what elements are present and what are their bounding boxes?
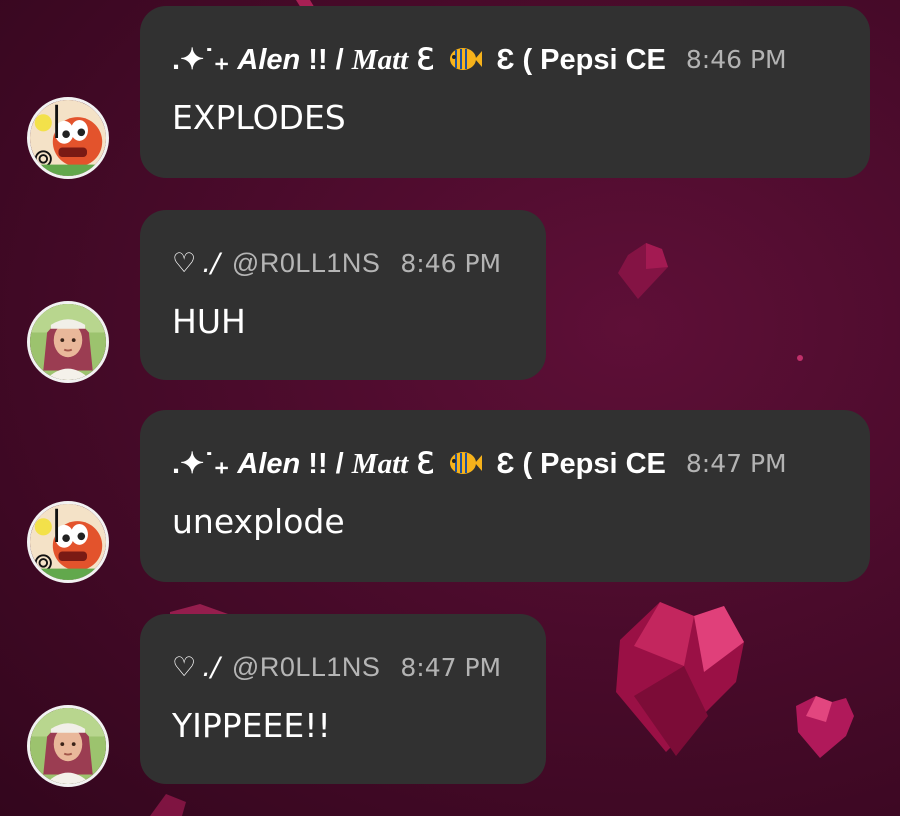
message-bubble[interactable]: ♡ ./ @R0LL1NS 8:46 PM HUH <box>140 210 546 380</box>
message-text: HUH <box>172 302 246 341</box>
message-text: YIPPEEE!! <box>172 706 331 745</box>
name-slash: ./ <box>202 247 220 279</box>
message-header: ♡ ./ @R0LL1NS 8:46 PM <box>172 242 514 284</box>
heart-outline-icon: ♡ <box>172 651 197 683</box>
avatar-alen[interactable] <box>27 501 109 583</box>
message-timestamp: 8:46 PM <box>685 44 787 74</box>
name-mid2: ℇ <box>416 43 435 76</box>
name-main: Alen <box>237 43 301 76</box>
name-slash: ./ <box>202 651 220 683</box>
message-list: .✦˙₊ Alen !! / Matt ℇ Ɛ ( Pepsi CE 8:46 … <box>0 0 900 816</box>
message-timestamp: 8:47 PM <box>400 652 502 682</box>
author-name[interactable]: .✦˙₊ Alen !! / Matt ℇ Ɛ ( Pepsi CE <box>172 446 666 481</box>
message-bubble[interactable]: .✦˙₊ Alen !! / Matt ℇ Ɛ ( Pepsi CE 8:47 … <box>140 410 870 582</box>
name-mid: !! / <box>308 447 344 480</box>
avatar-rollins[interactable] <box>27 705 109 787</box>
message-header: .✦˙₊ Alen !! / Matt ℇ Ɛ ( Pepsi CE 8:46 … <box>172 38 838 80</box>
avatar-alen[interactable] <box>27 97 109 179</box>
tropical-fish-icon <box>450 451 483 474</box>
name-tail: Ɛ ( Pepsi CE <box>496 43 666 76</box>
message-bubble[interactable]: ♡ ./ @R0LL1NS 8:47 PM YIPPEEE!! <box>140 614 546 784</box>
avatar-rollins[interactable] <box>27 301 109 383</box>
author-username[interactable]: @R0LL1NS <box>232 652 380 683</box>
name-matt: Matt <box>351 43 409 76</box>
message-bubble[interactable]: .✦˙₊ Alen !! / Matt ℇ Ɛ ( Pepsi CE 8:46 … <box>140 6 870 178</box>
girl-avatar-icon <box>30 708 106 784</box>
gumball-avatar-icon <box>30 100 106 176</box>
message-text: EXPLODES <box>172 98 346 137</box>
name-mid2: ℇ <box>416 447 435 480</box>
message-timestamp: 8:46 PM <box>400 248 502 278</box>
heart-outline-icon: ♡ <box>172 247 197 279</box>
name-prefix: .✦˙₊ <box>172 43 230 76</box>
gumball-avatar-icon <box>30 504 106 580</box>
message-text: unexplode <box>172 502 345 541</box>
tropical-fish-icon <box>450 47 483 70</box>
message-header: ♡ ./ @R0LL1NS 8:47 PM <box>172 646 514 688</box>
author-name[interactable]: .✦˙₊ Alen !! / Matt ℇ Ɛ ( Pepsi CE <box>172 42 666 77</box>
girl-avatar-icon <box>30 304 106 380</box>
message-timestamp: 8:47 PM <box>685 448 787 478</box>
name-main: Alen <box>237 447 301 480</box>
name-mid: !! / <box>308 43 344 76</box>
name-tail: Ɛ ( Pepsi CE <box>496 447 666 480</box>
name-prefix: .✦˙₊ <box>172 447 230 480</box>
author-username[interactable]: @R0LL1NS <box>232 248 380 279</box>
message-header: .✦˙₊ Alen !! / Matt ℇ Ɛ ( Pepsi CE 8:47 … <box>172 442 838 484</box>
name-matt: Matt <box>351 447 409 480</box>
